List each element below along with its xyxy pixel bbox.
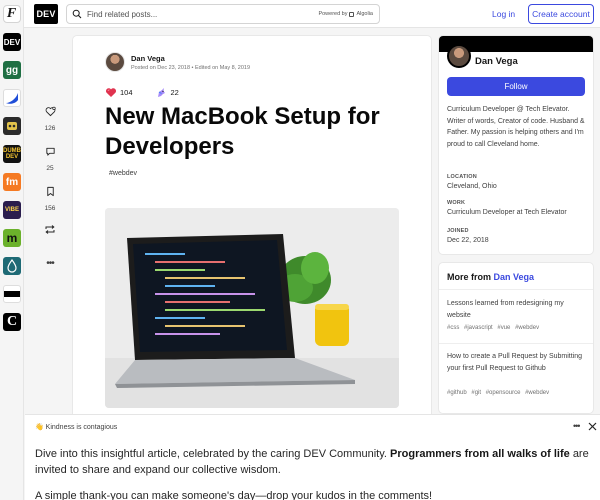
post-tag[interactable]: #git	[471, 390, 481, 396]
profile-name[interactable]: Dan Vega	[475, 56, 518, 67]
community-drop-icon[interactable]	[3, 257, 21, 275]
post-tag[interactable]: #webdev	[515, 325, 539, 331]
community-robot-icon[interactable]	[3, 117, 21, 135]
community-dumb-dev-label: DUMB DEV	[3, 148, 21, 160]
close-icon[interactable]	[588, 422, 597, 431]
dev-logo[interactable]: DEV	[34, 4, 58, 24]
comment-icon	[45, 147, 55, 156]
divider	[439, 289, 593, 290]
more-options-icon[interactable]: •••	[40, 258, 60, 269]
like-count: 126	[44, 125, 56, 132]
login-link[interactable]: Log in	[484, 4, 523, 24]
community-c-label: C	[6, 314, 18, 329]
search-icon[interactable]	[67, 9, 87, 19]
algolia-icon	[349, 11, 355, 17]
banner-heading: 👋 Kindness is contagious	[35, 424, 118, 431]
joined-label: JOINED	[447, 228, 469, 234]
community-vibe-label: VIBE	[4, 207, 19, 213]
kindness-banner: 👋 Kindness is contagious ••• Dive into t…	[25, 414, 600, 500]
top-navigation-bar: F DEV Powered by Algolia Log in Create a…	[0, 0, 600, 28]
more-from-author-link[interactable]: Dan Vega	[494, 272, 535, 282]
author-profile-card: Dan Vega Follow Curriculum Developer @ T…	[439, 36, 593, 254]
like-action[interactable]: 126	[40, 104, 60, 132]
more-post-tags: #github #git #opensource #webdev	[447, 390, 552, 396]
location-label: LOCATION	[447, 174, 477, 180]
repost-icon	[45, 225, 55, 234]
community-dev-icon[interactable]: DEV	[3, 33, 21, 51]
community-gg-icon[interactable]: gg	[3, 61, 21, 79]
more-from-heading: More from Dan Vega	[447, 272, 534, 282]
profile-avatar[interactable]	[447, 44, 471, 68]
work-label: WORK	[447, 200, 466, 206]
banner-message-bold: Programmers from all walks of life	[390, 448, 570, 460]
share-action[interactable]	[40, 222, 60, 240]
bar-shape	[4, 291, 20, 297]
community-bar-icon[interactable]	[3, 285, 21, 303]
article-card: Dan Vega Posted on Dec 23, 2018 • Edited…	[73, 36, 431, 436]
more-from-author-card: More from Dan Vega Lessons learned from …	[439, 263, 593, 413]
heart-reaction-icon	[105, 88, 117, 97]
banner-menu-icon[interactable]: •••	[573, 421, 581, 431]
article-title: New MacBook Setup for Developers	[105, 103, 380, 160]
follow-button[interactable]: Follow	[447, 77, 585, 96]
post-tag[interactable]: #css	[447, 325, 459, 331]
save-count: 156	[44, 205, 56, 212]
banner-cta: A simple thank-you can make someone's da…	[35, 490, 433, 500]
search-input[interactable]	[87, 9, 319, 19]
community-m-label: m	[6, 231, 18, 245]
banner-message: Dive into this insightful article, celeb…	[35, 446, 590, 478]
forem-logo-icon: F	[2, 5, 21, 23]
bookmark-icon	[46, 186, 54, 197]
divider	[439, 343, 593, 344]
algolia-label: Algolia	[356, 11, 373, 17]
author-name[interactable]: Dan Vega	[131, 54, 165, 63]
community-gg-label: gg	[5, 64, 19, 76]
heart-outline-icon	[45, 106, 56, 117]
powered-by-algolia[interactable]: Powered by Algolia	[318, 11, 379, 17]
joined-value: Dec 22, 2018	[447, 237, 489, 244]
more-post-tags: #css #javascript #vue #webdev	[447, 325, 542, 331]
unicorn-reaction-icon	[157, 88, 165, 97]
community-vibe-icon[interactable]: VIBE	[3, 201, 21, 219]
community-switcher-rail: DEV gg DUMB DEV fm VIBE m C	[0, 28, 24, 500]
author-avatar[interactable]	[105, 52, 125, 72]
unicorn-reaction-count: 22	[170, 88, 179, 97]
cover-image	[105, 208, 399, 408]
more-post-title[interactable]: Lessons learned from redesigning my webs…	[447, 298, 587, 322]
reaction-summary[interactable]: 104 22	[105, 87, 179, 98]
save-action[interactable]: 156	[40, 184, 60, 212]
macbook-photo	[105, 208, 399, 408]
create-account-button[interactable]: Create account	[528, 4, 594, 24]
comment-count: 25	[46, 165, 54, 172]
profile-bio: Curriculum Developer @ Tech Elevator. Wr…	[447, 106, 585, 148]
post-date: Posted on Dec 23, 2018 • Edited on May 8…	[131, 65, 251, 71]
comment-action[interactable]: 25	[40, 144, 60, 172]
community-fm-label: fm	[5, 176, 19, 188]
post-tag[interactable]: #github	[447, 390, 467, 396]
forem-home-button[interactable]: F	[0, 0, 24, 28]
work-value: Curriculum Developer at Tech Elevator	[447, 209, 567, 216]
tag-webdev[interactable]: #webdev	[109, 170, 137, 177]
community-dumb-dev-icon[interactable]: DUMB DEV	[3, 145, 21, 163]
search-bar[interactable]: Powered by Algolia	[66, 4, 380, 24]
post-tag[interactable]: #javascript	[464, 325, 493, 331]
post-tag[interactable]: #webdev	[525, 390, 549, 396]
community-wave-icon[interactable]	[3, 89, 21, 107]
post-tag[interactable]: #opensource	[486, 390, 521, 396]
more-post-title[interactable]: How to create a Pull Request by Submitti…	[447, 351, 587, 375]
community-m-icon[interactable]: m	[3, 229, 21, 247]
community-c-icon[interactable]: C	[3, 313, 21, 331]
post-tag[interactable]: #vue	[497, 325, 510, 331]
community-fm-icon[interactable]: fm	[3, 173, 21, 191]
banner-message-start: Dive into this insightful article, celeb…	[35, 448, 387, 460]
heart-reaction-count: 104	[120, 88, 133, 97]
location-value: Cleveland, Ohio	[447, 183, 497, 190]
more-from-prefix: More from	[447, 272, 492, 282]
powered-by-label: Powered by	[318, 11, 348, 17]
community-dev-label: DEV	[3, 37, 21, 47]
